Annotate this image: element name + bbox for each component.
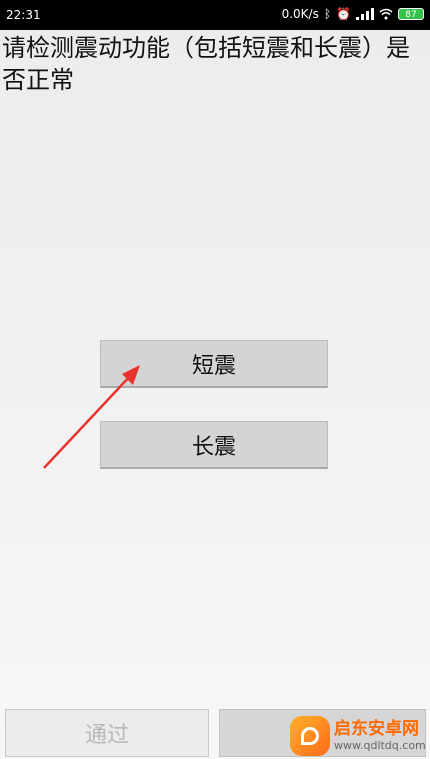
watermark-url: www.qdltdq.com — [334, 738, 426, 752]
alarm-mute-icon: ⏰ — [336, 7, 351, 21]
watermark: 启东安卓网 www.qdltdq.com — [290, 712, 430, 759]
bluetooth-icon: ᛒ — [323, 7, 332, 21]
watermark-name: 启东安卓网 — [334, 718, 419, 739]
battery-icon: 87 — [398, 8, 424, 20]
watermark-logo-icon — [290, 715, 330, 756]
long-vibrate-button[interactable]: 长震 — [100, 421, 328, 469]
status-time: 22:31 — [6, 8, 41, 22]
short-vibrate-button[interactable]: 短震 — [100, 340, 328, 388]
status-bar: 22:31 0.0K/s ᛒ ⏰ 87 — [0, 0, 430, 30]
pass-button[interactable]: 通过 — [5, 709, 209, 757]
page-prompt: 请检测震动功能（包括短震和长震）是否正常 — [2, 34, 410, 94]
wifi-icon — [379, 8, 393, 20]
status-icons: 0.0K/s ᛒ ⏰ 87 — [282, 7, 424, 21]
network-speed: 0.0K/s — [281, 7, 319, 21]
signal-icon — [356, 8, 374, 20]
